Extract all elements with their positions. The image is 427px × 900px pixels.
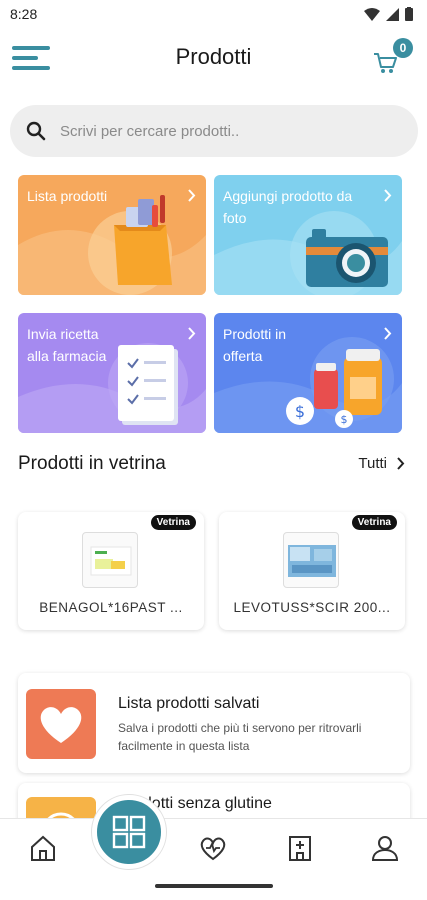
wifi-icon (364, 7, 380, 21)
search-input[interactable] (60, 122, 380, 140)
chevron-right-icon (188, 189, 196, 202)
svg-text:$: $ (341, 413, 348, 426)
category-label: Invia ricetta alla farmacia (27, 326, 107, 364)
category-label: Aggiungi prodotto da foto (223, 188, 353, 226)
chevron-right-icon (384, 189, 392, 202)
section-title-vetrina: Prodotti in vetrina (18, 453, 166, 474)
category-card-lista-prodotti[interactable]: Lista prodotti (18, 175, 206, 295)
status-bar: 8:28 (0, 0, 427, 28)
prescription-document-icon (118, 345, 178, 425)
list-title: Lista prodotti salvati (118, 695, 260, 712)
cart-button[interactable]: 0 (371, 38, 413, 78)
see-all-label: Tutti (358, 455, 387, 472)
category-card-invia-ricetta[interactable]: Invia ricetta alla farmacia (18, 313, 206, 433)
category-label: Lista prodotti (27, 188, 108, 204)
nav-pharmacy[interactable] (285, 833, 315, 863)
product-card[interactable]: Vetrina LEVOTUSS*SCIR 200... (219, 512, 405, 630)
vetrina-badge: Vetrina (150, 515, 196, 530)
product-image (82, 532, 138, 588)
search-bar (10, 105, 418, 157)
camera-icon (306, 229, 388, 287)
cart-count-badge: 0 (393, 38, 413, 58)
chevron-right-icon (188, 327, 196, 340)
home-indicator (155, 884, 273, 888)
signal-icon (386, 7, 399, 21)
pharmacy-building-icon (289, 836, 311, 861)
page-title: Prodotti (175, 44, 252, 69)
saved-products-list-card[interactable]: Lista prodotti salvati Salva i prodotti … (18, 673, 410, 773)
product-name: BENAGOL*16PAST ... (39, 600, 183, 615)
product-card[interactable]: Vetrina BENAGOL*16PAST ... (18, 512, 204, 630)
list-icon-tile (26, 689, 96, 759)
category-label: Prodotti in offerta (223, 326, 287, 364)
product-name: LEVOTUSS*SCIR 200... (233, 600, 391, 615)
nav-products-fab[interactable] (92, 795, 166, 869)
list-description: Salva i prodotti che più ti servono per … (118, 721, 362, 753)
app-bar: Prodotti 0 (0, 28, 427, 90)
cart-icon (374, 53, 397, 73)
health-heart-icon (200, 837, 226, 861)
category-card-aggiungi-foto[interactable]: Aggiungi prodotto da foto (214, 175, 402, 295)
nav-profile[interactable] (370, 833, 400, 863)
shopping-bag-icon (114, 195, 172, 285)
home-icon (31, 835, 55, 861)
status-icons (364, 7, 413, 21)
search-icon (26, 121, 46, 141)
category-card-prodotti-offerta[interactable]: $ $ Prodotti in offerta (214, 313, 402, 433)
product-image (283, 532, 339, 588)
svg-text:$: $ (295, 402, 305, 421)
vetrina-badge: Vetrina (351, 515, 397, 530)
heart-icon (40, 707, 82, 743)
see-all-link[interactable]: Tutti (358, 455, 405, 472)
nav-health[interactable] (198, 833, 228, 863)
nav-home[interactable] (28, 833, 58, 863)
status-time: 8:28 (10, 6, 38, 22)
profile-icon (371, 836, 399, 861)
chevron-right-icon (397, 457, 405, 470)
grid-icon (112, 815, 146, 849)
chevron-right-icon (384, 327, 392, 340)
battery-icon (405, 7, 413, 21)
